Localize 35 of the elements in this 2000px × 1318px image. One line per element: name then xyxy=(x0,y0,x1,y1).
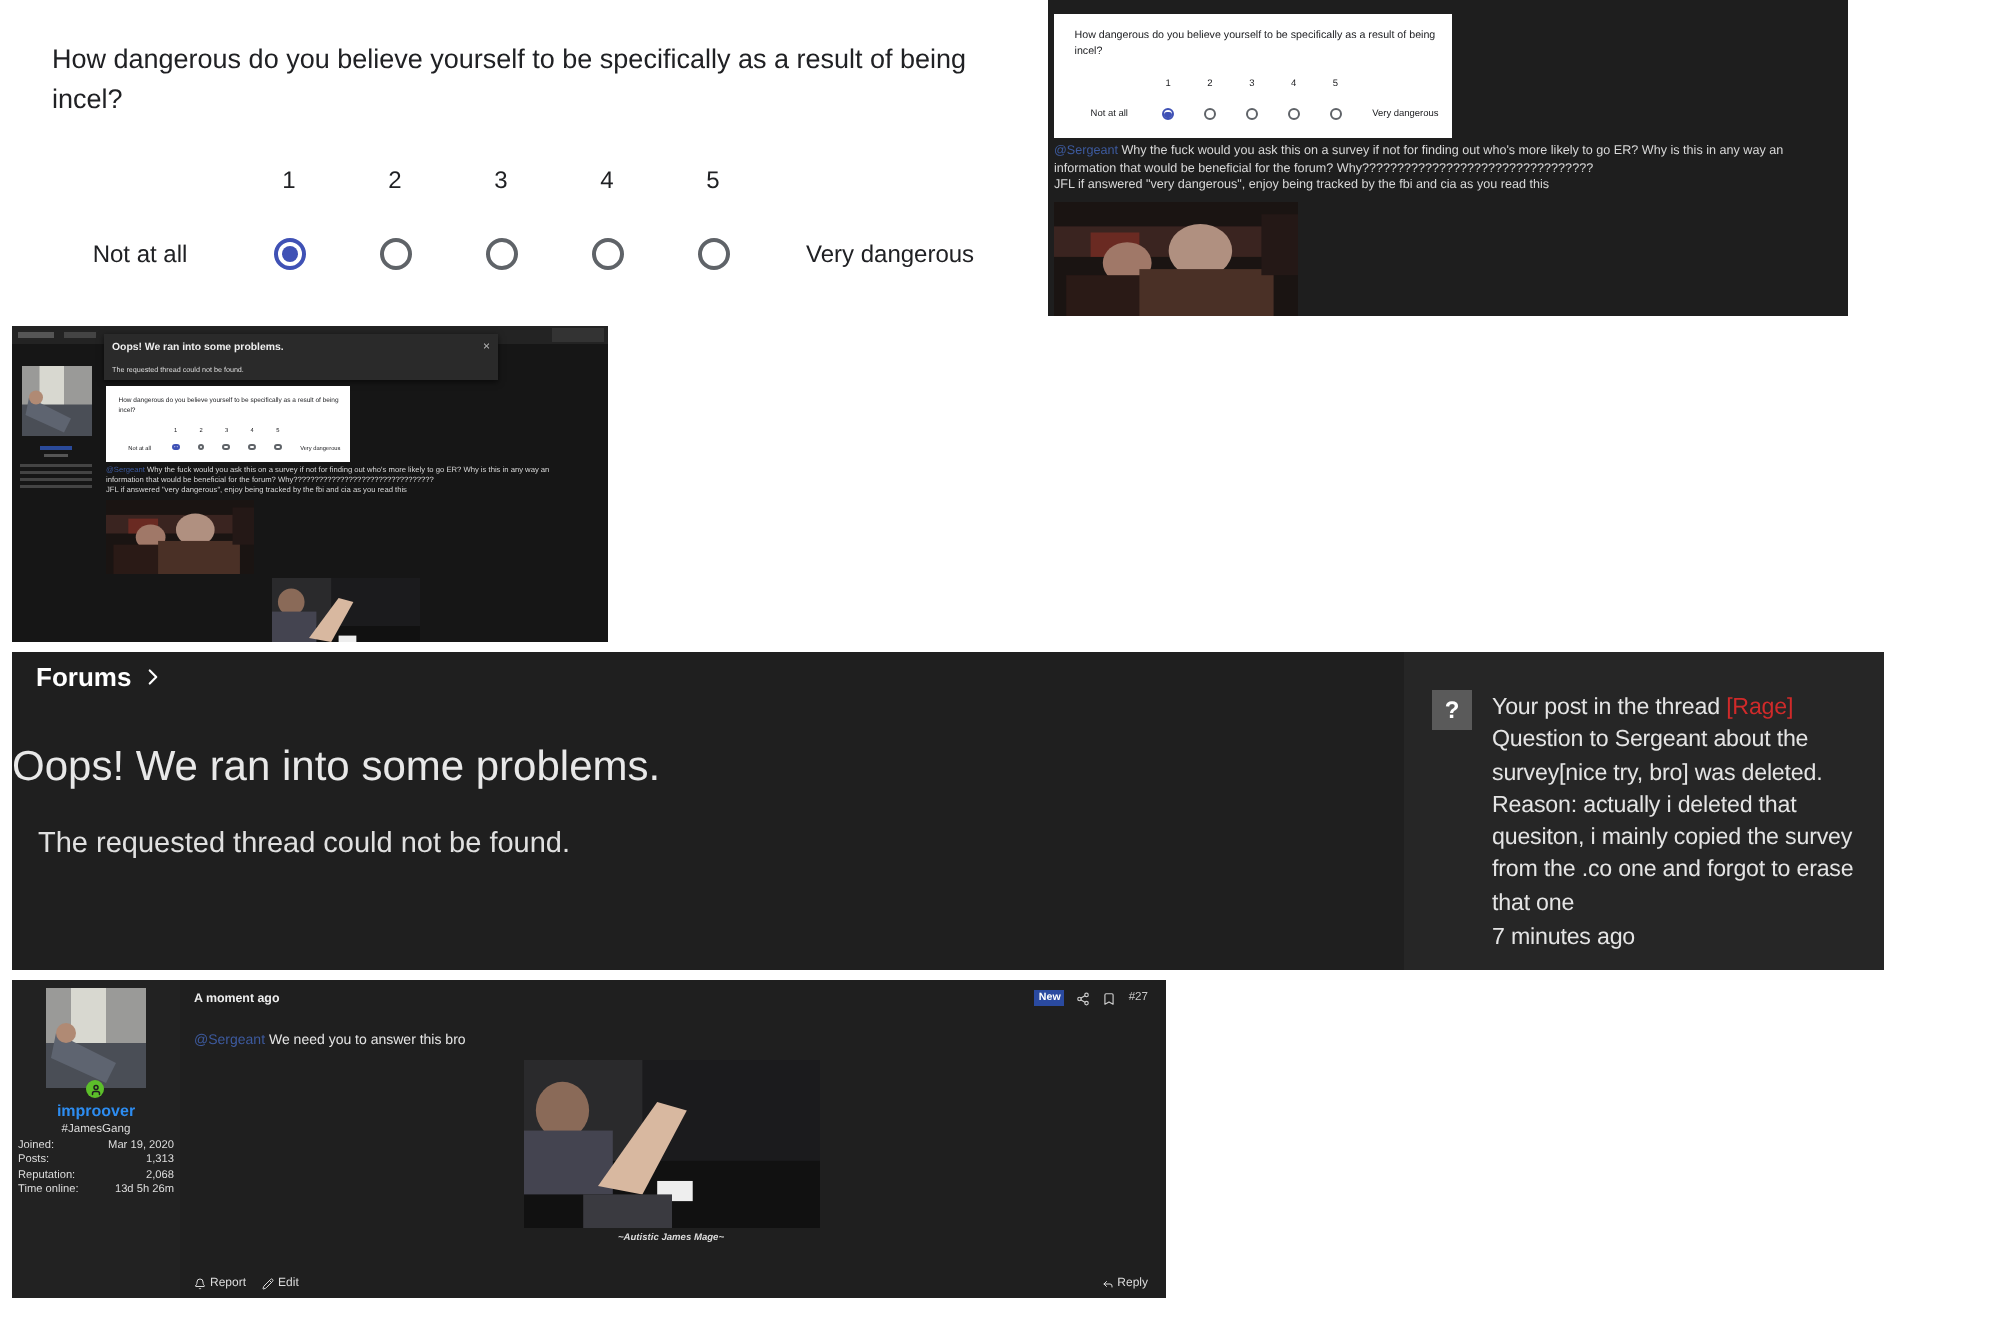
survey-question: How dangerous do you believe yourself to be specifically as a result of being incel? xyxy=(52,42,969,118)
radio-button[interactable] xyxy=(273,443,282,451)
scale-label: Very dangerous xyxy=(804,240,975,268)
bell-icon xyxy=(194,1278,206,1290)
pencil-icon xyxy=(262,1278,275,1290)
radio-button[interactable] xyxy=(197,443,205,451)
alert-time: 7 minutes ago xyxy=(1492,922,1638,955)
question-icon: ? xyxy=(1432,690,1472,730)
reply-icon xyxy=(1101,1278,1114,1290)
radio-button[interactable] xyxy=(1329,107,1342,121)
bookmark-icon[interactable] xyxy=(1102,991,1117,1005)
radio-button[interactable] xyxy=(171,443,180,451)
scale-number: 2 xyxy=(388,166,402,194)
radio-button[interactable] xyxy=(1203,107,1217,121)
radio-button[interactable] xyxy=(1287,107,1300,121)
radio-button[interactable] xyxy=(485,238,517,270)
scale-number: 3 xyxy=(494,166,508,194)
radio-button[interactable] xyxy=(222,443,231,451)
radio-button[interactable] xyxy=(1161,107,1175,121)
radio-button[interactable] xyxy=(591,238,623,270)
scale-number: 4 xyxy=(600,166,614,194)
breadcrumb-link[interactable]: Forums xyxy=(36,662,166,692)
alert-text: Your post in the thread [Rage] Question to Sergeant about the survey[nice try, bro] was deleted. Reason: actually i deleted that quesiton, i mainly copied the survey from the .co one and forgot to erase that one xyxy=(1492,692,1856,920)
scale-number: 5 xyxy=(706,166,720,194)
scale-label: Not at all xyxy=(92,240,188,268)
radio-button[interactable] xyxy=(1245,107,1259,121)
radio-button[interactable] xyxy=(273,238,305,270)
username[interactable]: improover xyxy=(56,1102,136,1120)
scale-number: 1 xyxy=(282,166,296,194)
error-message: The requested thread could not be found. xyxy=(38,828,573,860)
error-title: Oops! We ran into some problems. xyxy=(12,744,663,792)
radio-button[interactable] xyxy=(248,443,257,451)
share-icon[interactable] xyxy=(1076,991,1091,1005)
radio-button[interactable] xyxy=(697,238,729,270)
radio-button[interactable] xyxy=(379,238,411,270)
